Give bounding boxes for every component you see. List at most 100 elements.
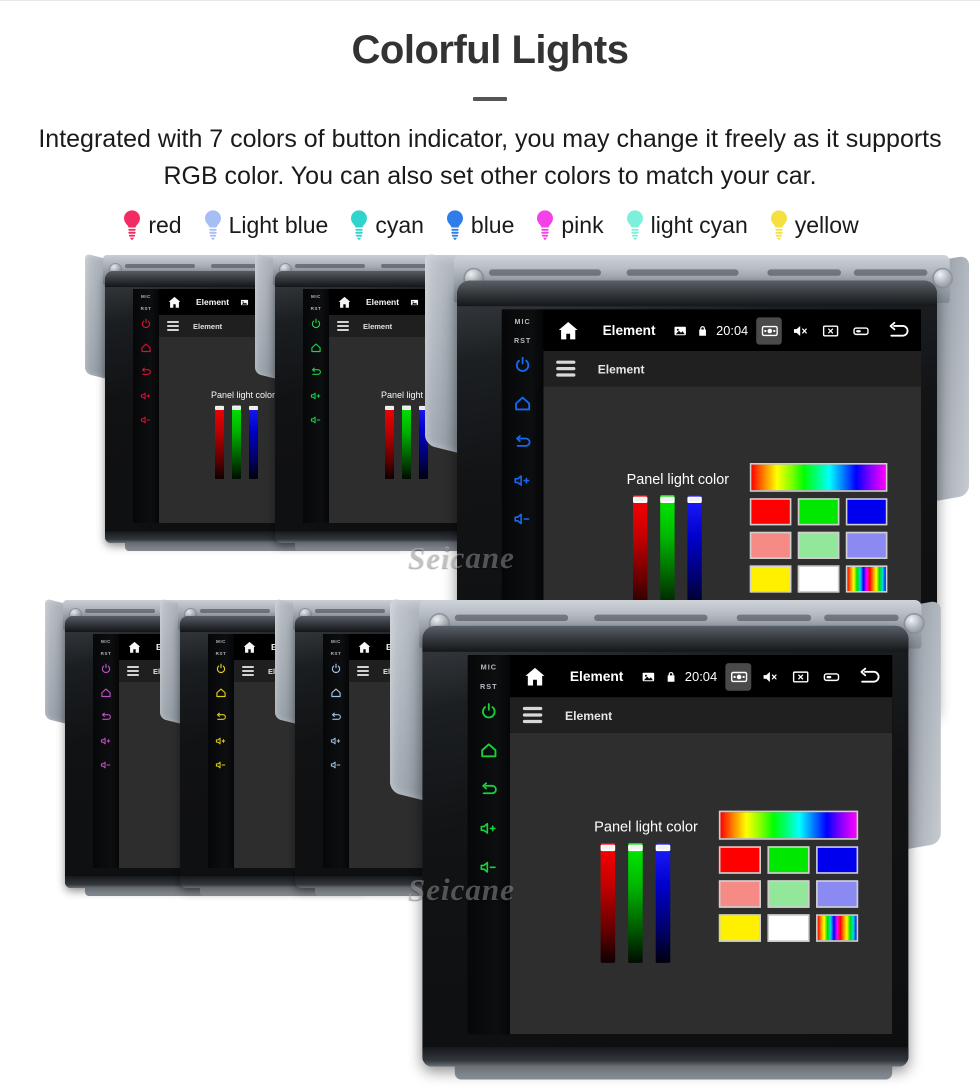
red-slider-thumb[interactable]: [600, 844, 616, 852]
hamburger-menu-icon[interactable]: [556, 360, 576, 377]
red-slider-thumb[interactable]: [215, 406, 224, 410]
screenshot-icon[interactable]: [756, 316, 782, 344]
color-swatch[interactable]: [718, 914, 761, 942]
rainbow-swatch[interactable]: [845, 565, 888, 593]
hamburger-menu-icon[interactable]: [127, 666, 139, 676]
back-key-icon[interactable]: [479, 780, 498, 799]
touchscreen-display[interactable]: MIC RST Element 20:04 Element Panel light col…: [467, 655, 893, 1035]
color-swatch[interactable]: [797, 565, 840, 593]
volume-up-key-icon[interactable]: [310, 390, 322, 402]
power-key-icon[interactable]: [479, 702, 498, 721]
home-icon[interactable]: [127, 640, 142, 655]
volume-up-key-icon[interactable]: [513, 471, 532, 490]
blue-slider[interactable]: [687, 495, 702, 614]
color-swatch[interactable]: [797, 498, 840, 526]
back-key-icon[interactable]: [215, 711, 227, 723]
power-key-icon[interactable]: [310, 318, 322, 330]
color-swatch[interactable]: [845, 498, 888, 526]
red-slider[interactable]: [215, 405, 224, 479]
home-icon[interactable]: [242, 640, 257, 655]
power-key-icon[interactable]: [100, 663, 112, 675]
back-key-icon[interactable]: [140, 366, 152, 378]
color-swatch[interactable]: [845, 531, 888, 559]
color-swatch[interactable]: [718, 846, 761, 874]
back-arrow-icon[interactable]: [857, 662, 883, 690]
color-swatch[interactable]: [816, 846, 859, 874]
green-slider-thumb[interactable]: [402, 406, 411, 410]
volume-down-key-icon[interactable]: [100, 759, 112, 771]
green-slider-thumb[interactable]: [628, 844, 643, 852]
green-slider[interactable]: [232, 405, 241, 479]
home-icon[interactable]: [556, 318, 580, 342]
blue-slider[interactable]: [655, 843, 671, 963]
recent-apps-icon[interactable]: [818, 662, 844, 690]
home-key-icon[interactable]: [330, 687, 342, 699]
color-swatch[interactable]: [767, 846, 810, 874]
red-slider-thumb[interactable]: [385, 406, 394, 410]
back-key-icon[interactable]: [100, 711, 112, 723]
back-key-icon[interactable]: [330, 711, 342, 723]
speaker-mute-icon[interactable]: [756, 662, 782, 690]
hamburger-menu-icon[interactable]: [357, 666, 369, 676]
volume-up-key-icon[interactable]: [479, 819, 498, 838]
volume-down-key-icon[interactable]: [140, 414, 152, 426]
red-slider[interactable]: [633, 495, 648, 614]
color-swatch[interactable]: [718, 880, 761, 908]
red-slider-thumb[interactable]: [633, 496, 648, 503]
screen-off-icon[interactable]: [817, 317, 843, 344]
color-swatch[interactable]: [749, 565, 792, 593]
volume-down-key-icon[interactable]: [513, 509, 532, 528]
home-key-icon[interactable]: [479, 741, 498, 760]
blue-slider-thumb[interactable]: [655, 844, 671, 852]
rainbow-swatch[interactable]: [816, 914, 859, 942]
back-arrow-icon[interactable]: [886, 317, 912, 344]
blue-slider-thumb[interactable]: [687, 496, 702, 503]
color-swatch[interactable]: [767, 880, 810, 908]
volume-down-key-icon[interactable]: [215, 759, 227, 771]
color-swatch[interactable]: [749, 498, 792, 526]
hamburger-menu-icon[interactable]: [337, 321, 349, 331]
volume-up-key-icon[interactable]: [215, 735, 227, 747]
red-slider[interactable]: [385, 405, 394, 479]
green-slider[interactable]: [660, 495, 675, 614]
back-key-icon[interactable]: [310, 366, 322, 378]
speaker-mute-icon[interactable]: [787, 317, 813, 344]
volume-down-key-icon[interactable]: [330, 759, 342, 771]
green-slider[interactable]: [628, 843, 643, 963]
volume-up-key-icon[interactable]: [330, 735, 342, 747]
power-key-icon[interactable]: [140, 318, 152, 330]
hue-gradient-swatch[interactable]: [718, 810, 859, 840]
volume-up-key-icon[interactable]: [140, 390, 152, 402]
volume-up-key-icon[interactable]: [100, 735, 112, 747]
color-swatch[interactable]: [816, 880, 859, 908]
hue-gradient-swatch[interactable]: [749, 463, 888, 492]
volume-down-key-icon[interactable]: [479, 858, 498, 877]
home-icon[interactable]: [357, 640, 372, 655]
power-key-icon[interactable]: [513, 356, 532, 375]
color-swatch[interactable]: [797, 531, 840, 559]
home-icon[interactable]: [337, 295, 352, 310]
screenshot-icon[interactable]: [725, 662, 752, 690]
home-icon[interactable]: [167, 295, 182, 310]
red-slider[interactable]: [600, 843, 616, 963]
recent-apps-icon[interactable]: [847, 317, 873, 344]
back-key-icon[interactable]: [513, 433, 532, 452]
green-slider-thumb[interactable]: [232, 406, 241, 410]
power-key-icon[interactable]: [330, 663, 342, 675]
green-slider[interactable]: [402, 405, 411, 479]
color-swatch[interactable]: [749, 531, 792, 559]
hamburger-menu-icon[interactable]: [242, 666, 254, 676]
color-swatch[interactable]: [767, 914, 810, 942]
home-icon[interactable]: [523, 664, 547, 688]
home-key-icon[interactable]: [513, 394, 532, 413]
green-slider-thumb[interactable]: [660, 496, 675, 503]
hamburger-menu-icon[interactable]: [167, 321, 179, 331]
home-key-icon[interactable]: [100, 687, 112, 699]
home-key-icon[interactable]: [140, 342, 152, 354]
home-key-icon[interactable]: [215, 687, 227, 699]
hamburger-menu-icon[interactable]: [522, 706, 543, 724]
power-key-icon[interactable]: [215, 663, 227, 675]
volume-down-key-icon[interactable]: [310, 414, 322, 426]
home-key-icon[interactable]: [310, 342, 322, 354]
screen-off-icon[interactable]: [787, 662, 813, 690]
